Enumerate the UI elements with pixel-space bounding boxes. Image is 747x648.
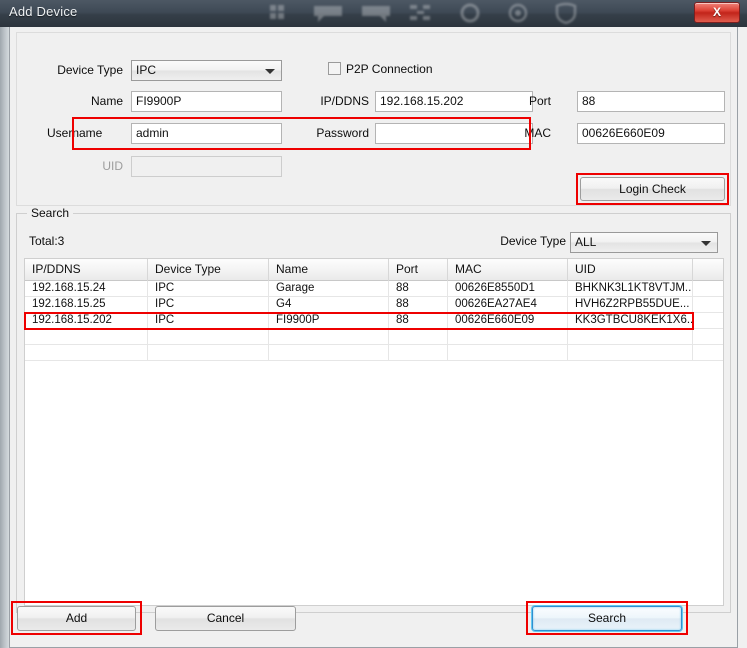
- speech-bubble-right-icon: [358, 2, 392, 24]
- cell-name: G4: [269, 297, 389, 312]
- port-label: Port: [528, 94, 551, 108]
- login-check-button[interactable]: Login Check: [580, 177, 725, 201]
- name-label: Name: [90, 94, 123, 108]
- login-check-label: Login Check: [619, 182, 686, 196]
- device-results-table[interactable]: IP/DDNS Device Type Name Port MAC UID 19…: [24, 258, 724, 606]
- grid-icon: [268, 2, 294, 24]
- table-row-empty[interactable]: [25, 329, 723, 345]
- ip-ddns-label: IP/DDNS: [320, 94, 369, 108]
- cell-ip-ddns: 192.168.15.25: [25, 297, 148, 312]
- dialog-client-area: Device Type IPC P2P Connection Name FI99…: [9, 27, 738, 648]
- cell-empty: [448, 329, 568, 344]
- username-label: Username: [47, 126, 103, 140]
- cell-empty: [25, 329, 148, 344]
- checkbox-box-icon: [328, 62, 341, 75]
- cell-empty: [693, 329, 723, 344]
- table-row[interactable]: 192.168.15.202 IPC FI9900P 88 00626E660E…: [25, 313, 723, 329]
- cell-empty: [148, 329, 269, 344]
- search-button[interactable]: Search: [532, 606, 682, 631]
- cell-empty: [448, 345, 568, 360]
- cell-empty: [568, 345, 693, 360]
- column-header-device-type[interactable]: Device Type: [148, 259, 269, 281]
- cell-device-type: IPC: [148, 313, 269, 328]
- table-row[interactable]: 192.168.15.25 IPC G4 88 00626EA27AE4 HVH…: [25, 297, 723, 313]
- column-header-uid[interactable]: UID: [568, 259, 693, 281]
- column-header-name[interactable]: Name: [269, 259, 389, 281]
- uid-input: [131, 156, 282, 177]
- chevron-down-icon: [701, 241, 711, 246]
- cell-mac: 00626E8550D1: [448, 281, 568, 296]
- cancel-button-label: Cancel: [206, 611, 245, 625]
- cell-empty: [269, 329, 389, 344]
- port-input[interactable]: 88: [577, 91, 725, 112]
- cell-ip-ddns: 192.168.15.202: [25, 313, 148, 328]
- search-button-label: Search: [587, 611, 627, 625]
- cell-mac: 00626E660E09: [448, 313, 568, 328]
- cell-empty: [269, 345, 389, 360]
- title-bar: Add Device X: [0, 0, 747, 27]
- column-header-spacer[interactable]: [693, 259, 723, 281]
- cell-device-type: IPC: [148, 297, 269, 312]
- search-group-legend: Search: [27, 206, 74, 220]
- table-row-empty[interactable]: [25, 345, 723, 361]
- cell-port: 88: [389, 313, 448, 328]
- mac-input[interactable]: 00626E660E09: [577, 123, 725, 144]
- resize-icon: [408, 2, 434, 24]
- table-row[interactable]: 192.168.15.24 IPC Garage 88 00626E8550D1…: [25, 281, 723, 297]
- p2p-connection-checkbox[interactable]: P2P Connection: [328, 62, 433, 76]
- cell-name: Garage: [269, 281, 389, 296]
- password-label: Password: [316, 126, 369, 140]
- window-title: Add Device: [9, 4, 78, 19]
- column-header-port[interactable]: Port: [389, 259, 448, 281]
- device-form-group: Device Type IPC P2P Connection Name FI99…: [16, 32, 731, 206]
- cell-spacer: [693, 313, 723, 328]
- device-type-combo[interactable]: IPC: [131, 60, 282, 81]
- cell-ip-ddns: 192.168.15.24: [25, 281, 148, 296]
- cell-uid: BHKNK3L1KT8VTJM...: [568, 281, 693, 296]
- add-button[interactable]: Add: [17, 606, 136, 631]
- cell-name: FI9900P: [269, 313, 389, 328]
- cell-spacer: [693, 297, 723, 312]
- chevron-down-icon: [265, 69, 275, 74]
- p2p-connection-label: P2P Connection: [346, 62, 433, 76]
- cell-empty: [25, 345, 148, 360]
- add-button-label: Add: [65, 611, 88, 625]
- cell-spacer: [693, 281, 723, 296]
- cell-empty: [693, 345, 723, 360]
- cancel-button[interactable]: Cancel: [155, 606, 296, 631]
- cell-port: 88: [389, 297, 448, 312]
- circle-icon: [456, 2, 484, 24]
- cell-empty: [389, 345, 448, 360]
- column-header-ip-ddns[interactable]: IP/DDNS: [25, 259, 148, 281]
- mac-label: MAC: [524, 126, 551, 140]
- uid-label: UID: [102, 159, 123, 173]
- cell-uid: KK3GTBCU8KEK1X6...: [568, 313, 693, 328]
- search-total-label: Total:3: [29, 234, 65, 248]
- target-icon: [504, 2, 532, 24]
- cell-empty: [148, 345, 269, 360]
- search-group: Search Total:3 Device Type ALL IP/DDNS D…: [16, 206, 731, 613]
- shield-icon: [552, 2, 580, 24]
- speech-bubble-left-icon: [312, 2, 346, 24]
- cell-uid: HVH6Z2RPB55DUE...: [568, 297, 693, 312]
- cell-empty: [389, 329, 448, 344]
- search-device-type-label: Device Type: [500, 234, 566, 248]
- cell-empty: [568, 329, 693, 344]
- close-button[interactable]: X: [694, 2, 740, 23]
- column-header-mac[interactable]: MAC: [448, 259, 568, 281]
- search-device-type-value: ALL: [575, 235, 597, 249]
- table-header-row: IP/DDNS Device Type Name Port MAC UID: [25, 259, 723, 281]
- device-type-label: Device Type: [57, 63, 123, 77]
- search-device-type-combo[interactable]: ALL: [570, 232, 718, 253]
- device-type-value: IPC: [136, 63, 157, 77]
- cell-mac: 00626EA27AE4: [448, 297, 568, 312]
- cell-port: 88: [389, 281, 448, 296]
- cell-device-type: IPC: [148, 281, 269, 296]
